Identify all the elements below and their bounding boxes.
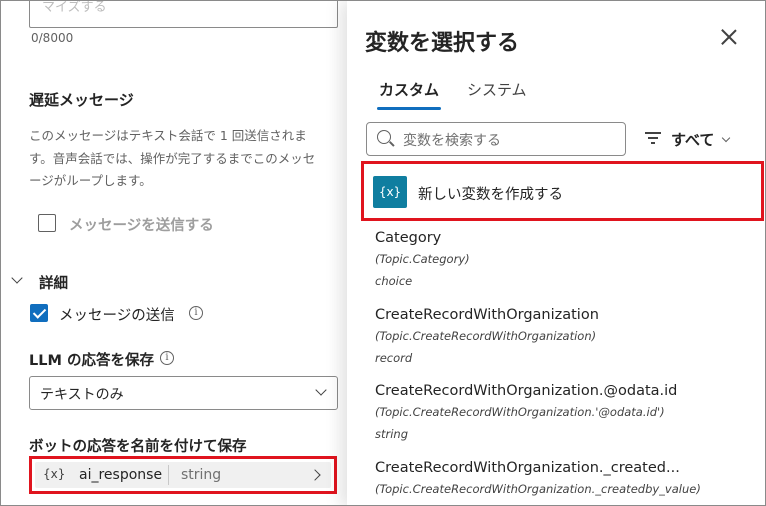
chevron-down-icon[interactable]	[721, 133, 731, 143]
bot-save-label: ボットの応答を名前を付けて保存	[29, 439, 247, 455]
panel-title: 変数を選択する	[365, 31, 520, 56]
search-icon	[377, 130, 391, 144]
details-collapse-chevron-icon[interactable]	[11, 272, 23, 284]
divider	[168, 465, 169, 485]
chevron-down-icon	[315, 384, 327, 396]
tab-custom[interactable]: カスタム	[379, 79, 439, 100]
character-counter: 0/8000	[31, 31, 74, 45]
filter-dropdown-label[interactable]: すべて	[671, 129, 714, 150]
message-input-placeholder: マイズする	[42, 0, 107, 15]
send-message-checkbox[interactable]	[30, 304, 48, 322]
delay-message-description: このメッセージはテキスト会話で 1 回送信されま す。音声会話では、操作が完了す…	[29, 125, 329, 193]
variable-name: CreateRecordWithOrganization.@odata.id	[375, 383, 678, 399]
variable-list-item[interactable]: CreateRecordWithOrganization (Topic.Crea…	[375, 306, 599, 366]
variable-icon: {x}	[373, 176, 407, 208]
message-input[interactable]: マイズする	[29, 0, 338, 28]
select-variable-panel: 変数を選択する カスタム システム 変数を検索する すべて {x} 新しい変数を…	[347, 1, 765, 505]
create-new-variable-label: 新しい変数を作成する	[418, 187, 563, 203]
variable-list-item[interactable]: CreateRecordWithOrganization._created...…	[375, 459, 701, 497]
variable-name: CreateRecordWithOrganization	[375, 307, 599, 323]
variable-search-input[interactable]: 変数を検索する	[366, 122, 626, 156]
variable-path: (Topic.Category)	[375, 252, 470, 266]
variable-type: string	[375, 427, 409, 441]
llm-save-dropdown-value: テキストのみ	[40, 387, 124, 403]
properties-panel: マイズする 0/8000 遅延メッセージ このメッセージはテキスト会話で 1 回…	[1, 0, 347, 505]
variable-type: string	[181, 467, 222, 483]
send-delay-message-checkbox[interactable]	[38, 214, 56, 232]
variable-list-item[interactable]: CreateRecordWithOrganization.@odata.id (…	[375, 382, 677, 442]
variable-name: Category	[375, 230, 442, 246]
active-tab-indicator	[377, 107, 441, 110]
variable-name: ai_response	[79, 467, 163, 483]
variable-list-item[interactable]: Category (Topic.Category) choice	[375, 229, 470, 289]
variable-type: choice	[375, 274, 413, 288]
variable-path: (Topic.CreateRecordWithOrganization._cre…	[375, 482, 701, 496]
send-message-info-icon[interactable]: i	[189, 306, 203, 320]
variable-pill[interactable]: {x} ai_response string	[35, 462, 331, 488]
create-new-variable-button[interactable]: {x} 新しい変数を作成する	[361, 161, 764, 221]
search-placeholder: 変数を検索する	[403, 133, 501, 149]
send-delay-message-label: メッセージを送信する	[69, 218, 214, 234]
variable-path: (Topic.CreateRecordWithOrganization.'@od…	[375, 405, 665, 419]
bot-response-variable-picker[interactable]: {x} ai_response string	[29, 456, 337, 494]
llm-save-label: LLM の応答を保存	[29, 353, 154, 369]
details-title[interactable]: 詳細	[39, 272, 68, 293]
window: マイズする 0/8000 遅延メッセージ このメッセージはテキスト会話で 1 回…	[0, 0, 766, 506]
variable-path: (Topic.CreateRecordWithOrganization)	[375, 329, 597, 343]
send-message-label: メッセージの送信	[59, 308, 175, 324]
filter-icon[interactable]	[645, 132, 661, 144]
chevron-right-icon[interactable]	[309, 469, 321, 481]
close-icon[interactable]	[719, 27, 739, 47]
variable-name: CreateRecordWithOrganization._created...	[375, 460, 680, 476]
delay-message-description-line: このメッセージはテキスト会話で 1 回送信されま	[29, 128, 307, 143]
delay-message-description-line: す。音声会話では、操作が完了するまでこのメッセ	[29, 150, 316, 166]
delay-message-title: 遅延メッセージ	[29, 91, 134, 109]
variable-type: record	[375, 351, 413, 365]
variable-icon: {x}	[43, 467, 66, 481]
delay-message-description-line: ージがループします。	[29, 173, 152, 188]
tab-system[interactable]: システム	[467, 79, 527, 100]
llm-save-dropdown[interactable]: テキストのみ	[29, 376, 338, 410]
llm-save-info-icon[interactable]: i	[160, 351, 174, 365]
